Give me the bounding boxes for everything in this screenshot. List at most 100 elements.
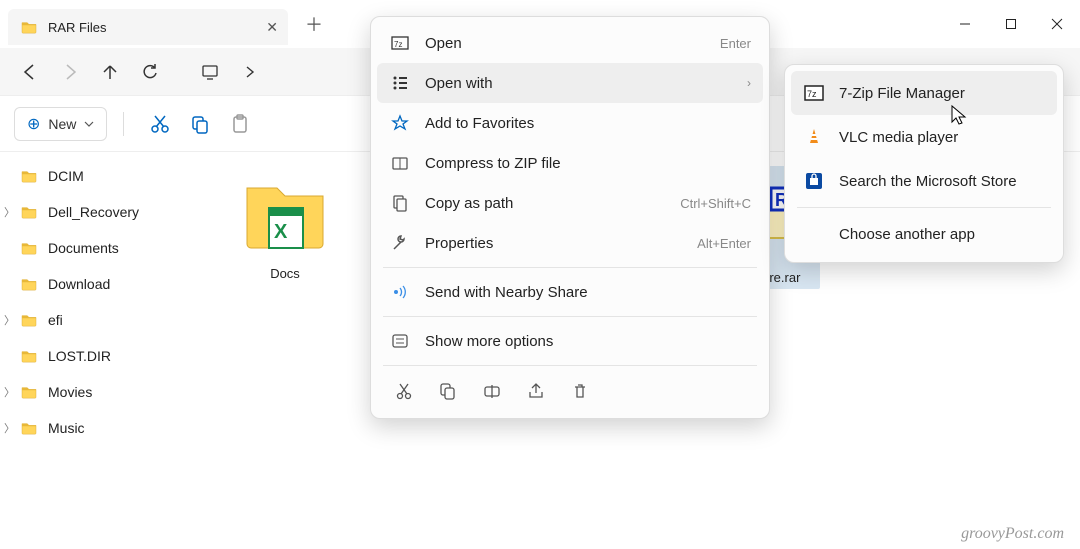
folder-icon bbox=[20, 313, 38, 327]
sidebar-item-label: Download bbox=[48, 276, 110, 292]
sidebar-item[interactable]: 〉 Movies bbox=[0, 374, 210, 410]
menu-open-label: Open bbox=[425, 35, 462, 52]
folder-icon bbox=[20, 169, 38, 183]
separator bbox=[797, 207, 1051, 208]
back-button[interactable] bbox=[10, 52, 50, 92]
menu-properties-shortcut: Alt+Enter bbox=[697, 236, 751, 251]
delete-icon[interactable] bbox=[567, 378, 593, 404]
separator bbox=[383, 316, 757, 317]
window-controls bbox=[942, 4, 1080, 44]
paste-button[interactable] bbox=[220, 104, 260, 144]
sidebar-item[interactable]: Download bbox=[0, 266, 210, 302]
file-thumb: X bbox=[239, 166, 331, 258]
menu-properties-label: Properties bbox=[425, 235, 493, 252]
maximize-button[interactable] bbox=[988, 4, 1034, 44]
separator bbox=[383, 365, 757, 366]
submenu-store[interactable]: Search the Microsoft Store bbox=[791, 159, 1057, 203]
menu-copy-path[interactable]: Copy as path Ctrl+Shift+C bbox=[377, 183, 763, 223]
menu-open-with-label: Open with bbox=[425, 75, 493, 92]
folder-icon bbox=[20, 421, 38, 435]
menu-properties[interactable]: Properties Alt+Enter bbox=[377, 223, 763, 263]
menu-compress-label: Compress to ZIP file bbox=[425, 155, 561, 172]
sidebar-item[interactable]: DCIM bbox=[0, 158, 210, 194]
chevron-right-icon: 〉 bbox=[4, 384, 15, 400]
file-item[interactable]: X Docs bbox=[230, 166, 340, 289]
submenu-choose-label: Choose another app bbox=[839, 226, 975, 243]
open-with-icon bbox=[389, 74, 411, 92]
sidebar-item[interactable]: 〉 Dell_Recovery bbox=[0, 194, 210, 230]
new-button[interactable]: ⊕ New bbox=[14, 107, 107, 141]
up-button[interactable] bbox=[90, 52, 130, 92]
plus-icon: ⊕ bbox=[27, 114, 40, 134]
submenu-7zip[interactable]: 7z 7-Zip File Manager bbox=[791, 71, 1057, 115]
chevron-right-icon: 〉 bbox=[4, 312, 15, 328]
sidebar-item[interactable]: Documents bbox=[0, 230, 210, 266]
svg-text:7z: 7z bbox=[807, 89, 817, 99]
copy-path-icon bbox=[389, 194, 411, 212]
menu-more-label: Show more options bbox=[425, 333, 553, 350]
cut-icon[interactable] bbox=[391, 378, 417, 404]
submenu-7zip-label: 7-Zip File Manager bbox=[839, 85, 965, 102]
refresh-button[interactable] bbox=[130, 52, 170, 92]
tab-rar-files[interactable]: RAR Files ✕ bbox=[8, 9, 288, 45]
minimize-button[interactable] bbox=[942, 4, 988, 44]
sidebar-item-label: LOST.DIR bbox=[48, 348, 111, 364]
svg-text:7z: 7z bbox=[394, 40, 402, 49]
new-tab-button[interactable]: ＋ bbox=[296, 6, 332, 42]
copy-icon[interactable] bbox=[435, 378, 461, 404]
forward-button[interactable] bbox=[50, 52, 90, 92]
breadcrumb-chevron-icon[interactable] bbox=[230, 52, 270, 92]
folder-icon bbox=[20, 241, 38, 255]
zip-icon bbox=[389, 154, 411, 172]
folder-icon bbox=[20, 385, 38, 399]
menu-favorites-label: Add to Favorites bbox=[425, 115, 534, 132]
menu-compress[interactable]: Compress to ZIP file bbox=[377, 143, 763, 183]
menu-open-shortcut: Enter bbox=[720, 36, 751, 51]
sidebar-item[interactable]: LOST.DIR bbox=[0, 338, 210, 374]
submenu-store-label: Search the Microsoft Store bbox=[839, 173, 1017, 190]
folder-icon bbox=[20, 277, 38, 291]
folder-icon bbox=[20, 205, 38, 219]
svg-text:X: X bbox=[274, 221, 288, 243]
this-pc-icon[interactable] bbox=[190, 52, 230, 92]
menu-nearby-label: Send with Nearby Share bbox=[425, 284, 588, 301]
nearby-icon bbox=[389, 283, 411, 301]
separator bbox=[383, 267, 757, 268]
folder-icon bbox=[20, 20, 38, 34]
cut-button[interactable] bbox=[140, 104, 180, 144]
submenu-vlc[interactable]: VLC media player bbox=[791, 115, 1057, 159]
sidebar-item-label: Dell_Recovery bbox=[48, 204, 139, 220]
chevron-right-icon: 〉 bbox=[4, 204, 15, 220]
close-icon[interactable]: ✕ bbox=[266, 19, 278, 36]
sidebar-item[interactable]: 〉Music bbox=[0, 410, 210, 446]
menu-open[interactable]: 7z Open Enter bbox=[377, 23, 763, 63]
menu-nearby-share[interactable]: Send with Nearby Share bbox=[377, 272, 763, 312]
7z-app-icon: 7z bbox=[803, 82, 825, 104]
menu-copy-path-label: Copy as path bbox=[425, 195, 513, 212]
menu-open-with[interactable]: Open with › bbox=[377, 63, 763, 103]
wrench-icon bbox=[389, 234, 411, 252]
tab-title: RAR Files bbox=[48, 20, 107, 35]
7z-icon: 7z bbox=[389, 34, 411, 52]
watermark: groovyPost.com bbox=[961, 525, 1064, 543]
menu-copy-path-shortcut: Ctrl+Shift+C bbox=[680, 196, 751, 211]
file-label: Docs bbox=[270, 266, 300, 281]
menu-favorites[interactable]: Add to Favorites bbox=[377, 103, 763, 143]
context-menu: 7z Open Enter Open with › Add to Favorit… bbox=[370, 16, 770, 419]
divider bbox=[123, 112, 124, 136]
close-window-button[interactable] bbox=[1034, 4, 1080, 44]
sidebar-item-label: DCIM bbox=[48, 168, 84, 184]
chevron-right-icon: 〉 bbox=[4, 420, 15, 436]
star-icon bbox=[389, 114, 411, 132]
sidebar-item[interactable]: 〉 efi bbox=[0, 302, 210, 338]
menu-more-options[interactable]: Show more options bbox=[377, 321, 763, 361]
chevron-down-icon bbox=[84, 119, 94, 129]
rename-icon[interactable] bbox=[479, 378, 505, 404]
chevron-right-icon: › bbox=[747, 76, 751, 90]
share-icon[interactable] bbox=[523, 378, 549, 404]
copy-button[interactable] bbox=[180, 104, 220, 144]
submenu-choose-another[interactable]: Choose another app bbox=[791, 212, 1057, 256]
sidebar-item-label: efi bbox=[48, 312, 63, 328]
submenu-vlc-label: VLC media player bbox=[839, 129, 958, 146]
sidebar-item-label: Movies bbox=[48, 384, 92, 400]
